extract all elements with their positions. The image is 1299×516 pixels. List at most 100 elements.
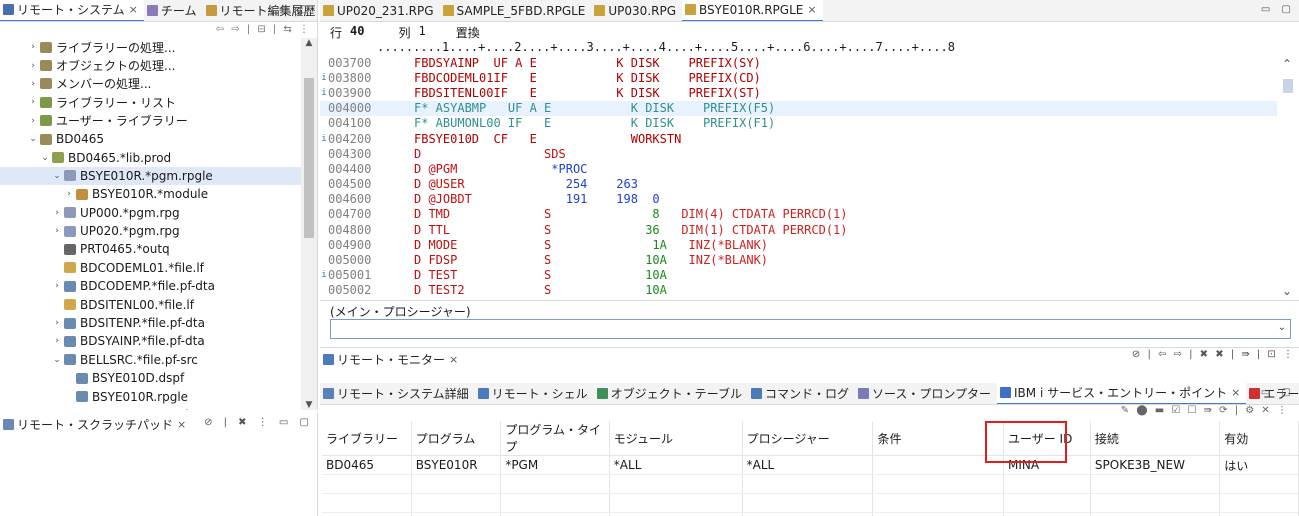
column-header[interactable]: モジュール	[609, 421, 743, 456]
column-header[interactable]: 接続	[1090, 421, 1221, 456]
tree-item[interactable]: BSYE010R.rpgle	[0, 387, 301, 405]
code-line[interactable]: 005002 D TEST2 S 10A	[320, 283, 1277, 298]
tab-remote-monitor[interactable]: リモート・モニター ×	[320, 348, 464, 370]
bottom-window-controls[interactable]: ▭ ▢	[1261, 387, 1295, 398]
column-header[interactable]: 有効	[1219, 421, 1299, 456]
column-header[interactable]: プロシージャー	[742, 421, 874, 456]
code-line[interactable]: 004500 D @USER 254 263	[320, 177, 1277, 192]
scratchpad-window-controls[interactable]: ⊘ | ✖ ⋮ ▭ ▢	[204, 417, 313, 428]
code-line[interactable]: 004600 D @JOBDT 191 198 0	[320, 192, 1277, 207]
table-row[interactable]	[322, 474, 1299, 494]
code-line[interactable]: i 004200 FBSYE010D CF E WORKSTN	[320, 131, 1277, 146]
code-line[interactable]: 004900 D MODE S 1A INZ(*BLANK)	[320, 237, 1277, 252]
tree-item[interactable]: ⌄ BD0465.*lib.prod	[0, 148, 301, 166]
tab-left_top-tabs-1[interactable]: チーム	[144, 0, 203, 21]
tree-item[interactable]: ⌄ BELLSRC.*file.pf-src	[0, 351, 301, 369]
code-line[interactable]: i 003900 FBDSITENL00IF E K DISK PREFIX(ST)	[320, 85, 1277, 100]
tab-bottom-tabs-3[interactable]: コマンド・ログ	[748, 383, 855, 404]
scroll-up-icon[interactable]: ⌃	[1279, 57, 1295, 71]
code-line[interactable]: 004000 F* ASYABMP UF A E K DISK PREFIX(F5…	[320, 100, 1277, 116]
tree-scrollbar[interactable]: ▲ ▼	[301, 38, 317, 410]
code-line[interactable]: 004700 D TMD S 8 DIM(4) CTDATA PERRCD(1)	[320, 207, 1277, 222]
table-row[interactable]: BD0465 BSYE010R *PGM *ALL *ALL MINA SPOKE3B_NE…	[322, 455, 1299, 475]
tree-item[interactable]: › BSYE010R.*module	[0, 185, 301, 203]
tree-item[interactable]: › BDSITENP.*file.pf-dta	[0, 314, 301, 332]
scroll-down-icon[interactable]: ⌄	[1279, 284, 1295, 298]
code-line[interactable]: 004300 D SDS	[320, 146, 1277, 161]
tree-item[interactable]: ⌄ BSYE010R.*pgm.rpgle	[0, 166, 301, 186]
chevron-down-icon[interactable]: ⌄	[50, 355, 64, 365]
code-line[interactable]: i 005001 D TEST S 10A	[320, 268, 1277, 283]
tree-item[interactable]: PRT0465.*outq	[0, 240, 301, 258]
tab-editor-tabs-0[interactable]: UP020_231.RPG	[320, 0, 440, 21]
code-line[interactable]: 004400 D @PGM *PROC	[320, 161, 1277, 176]
editor-window-controls[interactable]: ▭ ▢	[1261, 4, 1295, 15]
code-line[interactable]: 004800 D TTL S 36 DIM(1) CTDATA PERRCD(1)	[320, 222, 1277, 237]
scroll-up-icon[interactable]: ▲	[301, 38, 317, 48]
code-line[interactable]: 004100 F* ABUMONL00 IF E K DISK PREFIX(F1…	[320, 116, 1277, 131]
tree-item[interactable]: › オブジェクトの処理...	[0, 56, 301, 74]
chevron-right-icon[interactable]: ›	[50, 208, 64, 218]
close-icon[interactable]: ×	[1231, 386, 1240, 399]
chevron-right-icon[interactable]: ›	[26, 116, 40, 126]
tab-bottom-tabs-1[interactable]: リモート・シェル	[475, 383, 594, 404]
chevron-right-icon[interactable]: ›	[26, 97, 40, 107]
tab-editor-tabs-2[interactable]: UP030.RPG	[591, 0, 682, 21]
tree-item[interactable]: ⌄ BD0465	[0, 130, 301, 148]
close-icon[interactable]: ×	[449, 353, 458, 366]
tab-bottom-tabs-4[interactable]: ソース・プロンプター	[855, 383, 997, 404]
code-line[interactable]: i 003800 FBDCODEML01IF E K DISK PREFIX(CD)	[320, 70, 1277, 85]
chevron-down-icon[interactable]: ⌄	[26, 134, 40, 144]
tab-bottom-tabs-0[interactable]: リモート・システム詳細	[320, 383, 475, 404]
column-header[interactable]: プログラム・タイプ	[500, 421, 610, 456]
scroll-down-icon[interactable]: ▼	[301, 400, 317, 410]
table-row[interactable]	[322, 512, 1299, 516]
chevron-right-icon[interactable]: ›	[62, 189, 76, 199]
close-icon[interactable]: ×	[177, 418, 186, 431]
view-window-controls[interactable]: ▭ ▢	[279, 4, 313, 15]
chevron-right-icon[interactable]: ›	[50, 281, 64, 291]
procedure-combo[interactable]: ⌄	[330, 319, 1291, 339]
chevron-down-icon[interactable]: ⌄	[38, 153, 52, 163]
chevron-right-icon[interactable]: ›	[26, 61, 40, 71]
chevron-down-icon[interactable]: ⌄	[50, 171, 64, 181]
chevron-right-icon[interactable]: ›	[26, 42, 40, 52]
chevron-right-icon[interactable]: ›	[50, 318, 64, 328]
chevron-right-icon[interactable]: ›	[26, 79, 40, 89]
tree-item[interactable]: › メンバーの処理...	[0, 75, 301, 93]
tree-item[interactable]: › ライブラリーの処理...	[0, 38, 301, 56]
column-header[interactable]: ライブラリー	[322, 421, 412, 456]
chevron-right-icon[interactable]: ›	[50, 336, 64, 346]
tree-item[interactable]: BDCODEML01.*file.lf	[0, 259, 301, 277]
tab-bottom-tabs-2[interactable]: オブジェクト・テーブル	[594, 383, 748, 404]
column-header[interactable]: プログラム	[411, 421, 502, 456]
tree-item[interactable]: BSYE010D.dspf	[0, 369, 301, 387]
table-row[interactable]	[322, 493, 1299, 513]
tab-bottom-tabs-5[interactable]: IBM i サービス・エントリー・ポイント ×	[997, 383, 1247, 404]
service-entry-toolbar[interactable]: ✎ ⬤ ▬ ☑ ☐ ⇛ ⟳ | ⚙ ✕ ⋮	[1121, 405, 1289, 416]
tree-item[interactable]: › UP000.*pgm.rpg	[0, 204, 301, 222]
tab-editor-tabs-3[interactable]: BSYE010R.RPGLE ×	[682, 0, 823, 21]
chevron-right-icon[interactable]: ›	[50, 226, 64, 236]
monitor-toolbar[interactable]: ⊘ | ⇦ ⇨ | ✖ ✖ | ⇛ | ⊡ ⋮	[1132, 349, 1295, 360]
scroll-thumb[interactable]	[304, 78, 314, 238]
scroll-thumb[interactable]	[1283, 79, 1293, 93]
code-line[interactable]: 003700 FBDSYAINP UF A E K DISK PREFIX(SY)	[320, 55, 1277, 70]
tree-item[interactable]: › ライブラリー・リスト	[0, 93, 301, 111]
remote-systems-toolbar[interactable]: ⇦ ⇨ | ⊟ | ⇆ ⋮	[216, 24, 311, 35]
tree-item[interactable]: › ユーザー・ライブラリー	[0, 112, 301, 130]
tree-item[interactable]: › BDCODEMP.*file.pf-dta	[0, 277, 301, 295]
column-header[interactable]: 条件	[872, 421, 1004, 456]
tab-scratchpad[interactable]: リモート・スクラッチパッド ×	[0, 413, 192, 435]
code-line[interactable]: 005000 D FDSP S 10A INZ(*BLANK)	[320, 252, 1277, 267]
tree-item[interactable]: BDSITENL00.*file.lf	[0, 295, 301, 313]
tab-editor-tabs-1[interactable]: SAMPLE_5FBD.RPGLE	[440, 0, 592, 21]
tree-item[interactable]: BSYE010R2.rpgle	[0, 406, 301, 410]
code-area[interactable]: 003700 FBDSYAINP UF A E K DISK PREFIX(SY)…	[320, 55, 1277, 298]
close-icon[interactable]: ×	[129, 3, 138, 16]
editor-scrollbar[interactable]: ⌃ ⌄	[1279, 55, 1295, 298]
tree-item[interactable]: › BDSYAINP.*file.pf-dta	[0, 332, 301, 350]
tree-item[interactable]: › UP020.*pgm.rpg	[0, 222, 301, 240]
close-icon[interactable]: ×	[807, 3, 816, 16]
chevron-down-icon[interactable]: ⌄	[1278, 322, 1286, 333]
